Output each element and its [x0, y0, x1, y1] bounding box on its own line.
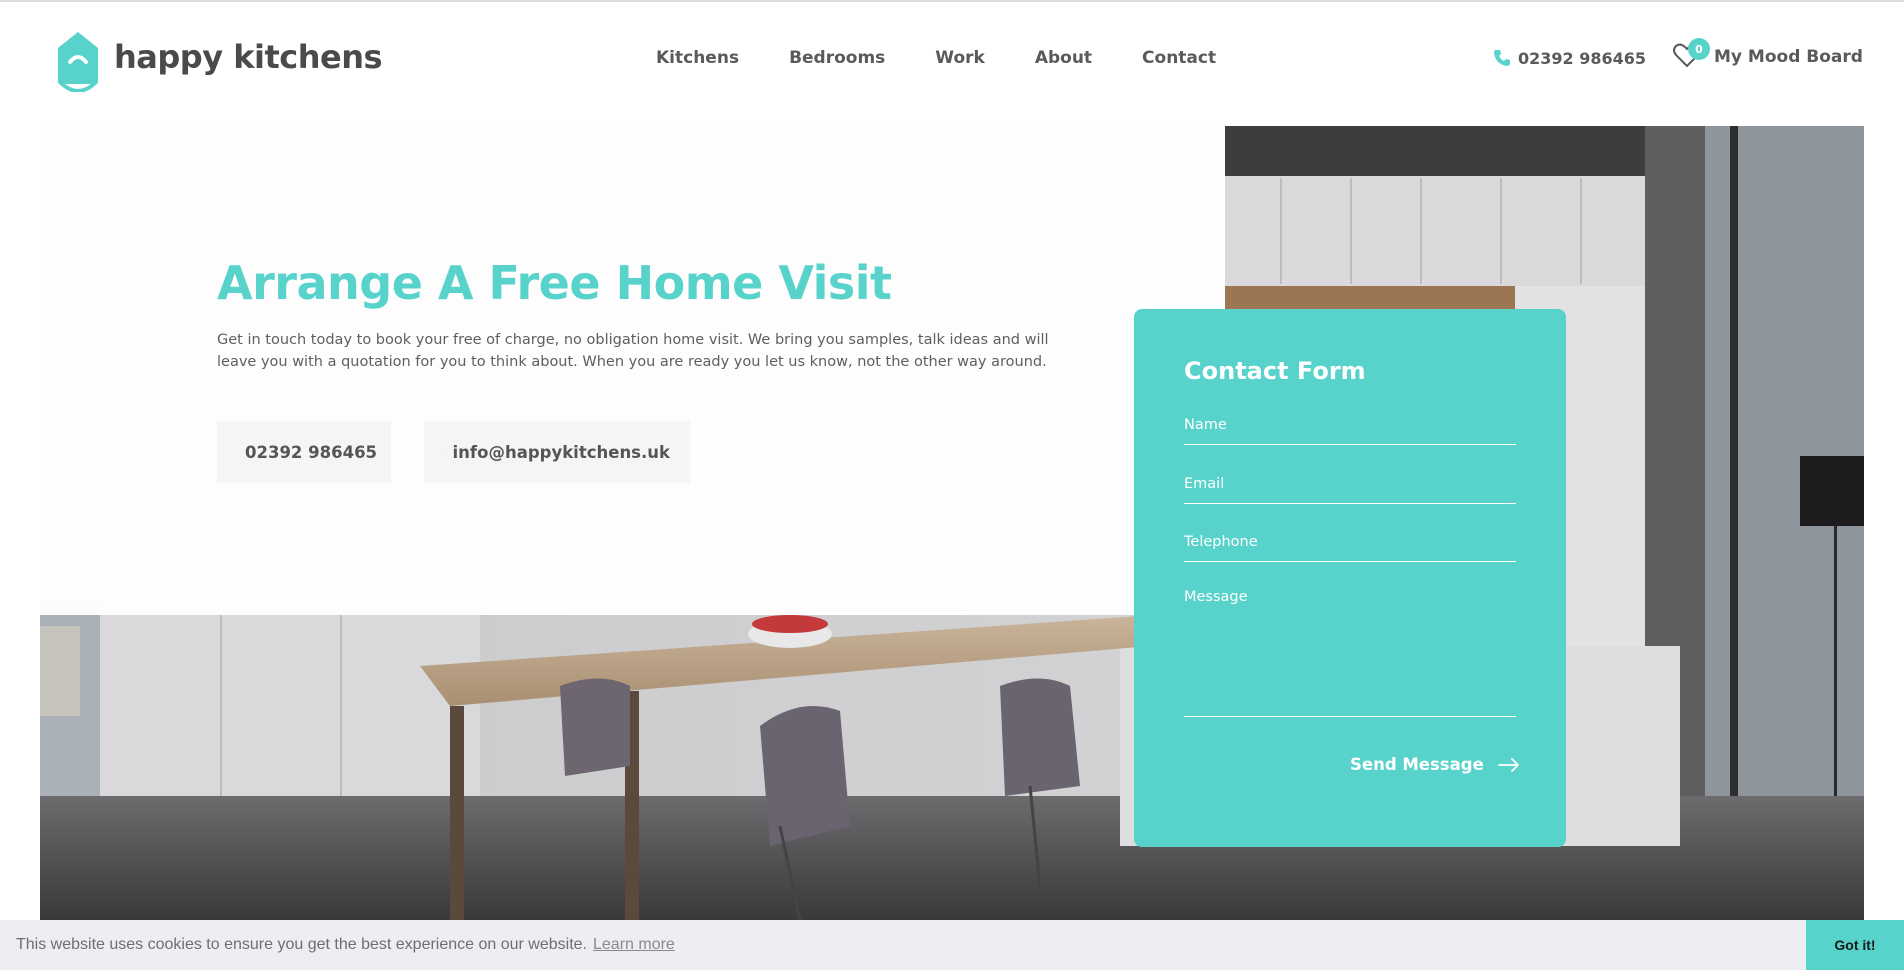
house-smile-icon: [58, 32, 98, 92]
contact-form-title: Contact Form: [1184, 357, 1366, 385]
hero-title: Arrange A Free Home Visit: [217, 256, 892, 310]
header-phone-link[interactable]: 02392 986465: [1492, 48, 1646, 68]
brand-name: happy kitchens: [114, 38, 383, 76]
send-message-label: Send Message: [1350, 755, 1484, 774]
phone-icon: [1494, 50, 1510, 66]
hero-email-button[interactable]: info@happykitchens.uk: [424, 421, 690, 483]
cookie-learn-more-link[interactable]: Learn more: [593, 936, 675, 953]
email-field[interactable]: [1184, 472, 1516, 504]
nav-item-kitchens[interactable]: Kitchens: [656, 48, 739, 68]
contact-form: Contact Form Send Message: [1134, 309, 1566, 847]
heart-icon: 0: [1672, 38, 1710, 70]
cookie-accept-button[interactable]: Got it!: [1806, 920, 1904, 970]
telephone-field[interactable]: [1184, 531, 1516, 562]
cookie-message-wrap: This website uses cookies to ensure you …: [16, 936, 675, 954]
header-phone-number: 02392 986465: [1518, 48, 1647, 68]
main-nav: Kitchens Bedrooms Work About Contact: [656, 48, 1266, 68]
nav-item-bedrooms[interactable]: Bedrooms: [789, 48, 885, 68]
message-field[interactable]: [1184, 589, 1516, 717]
arrow-right-icon: [1497, 757, 1519, 772]
site-header: happy kitchens Kitchens Bedrooms Work Ab…: [0, 2, 1904, 114]
cookie-bar: This website uses cookies to ensure you …: [0, 920, 1904, 970]
hero-phone-button[interactable]: 02392 986465: [217, 421, 391, 483]
mood-board-link[interactable]: 0 My Mood Board: [1672, 38, 1863, 70]
cookie-message: This website uses cookies to ensure you …: [16, 936, 587, 953]
hero-email-label: info@happykitchens.uk: [452, 442, 670, 462]
envelope-icon: [444, 451, 445, 453]
nav-item-contact[interactable]: Contact: [1142, 48, 1216, 68]
name-field[interactable]: [1184, 413, 1516, 445]
nav-item-work[interactable]: Work: [935, 48, 985, 68]
mood-board-count-badge: 0: [1688, 38, 1710, 60]
hero-phone-label: 02392 986465: [245, 442, 378, 462]
mood-board-label: My Mood Board: [1714, 47, 1863, 67]
nav-item-about[interactable]: About: [1035, 48, 1092, 68]
send-message-button[interactable]: Send Message: [1350, 755, 1520, 774]
logo[interactable]: happy kitchens: [54, 30, 383, 92]
hero-description: Get in touch today to book your free of …: [217, 332, 1049, 370]
